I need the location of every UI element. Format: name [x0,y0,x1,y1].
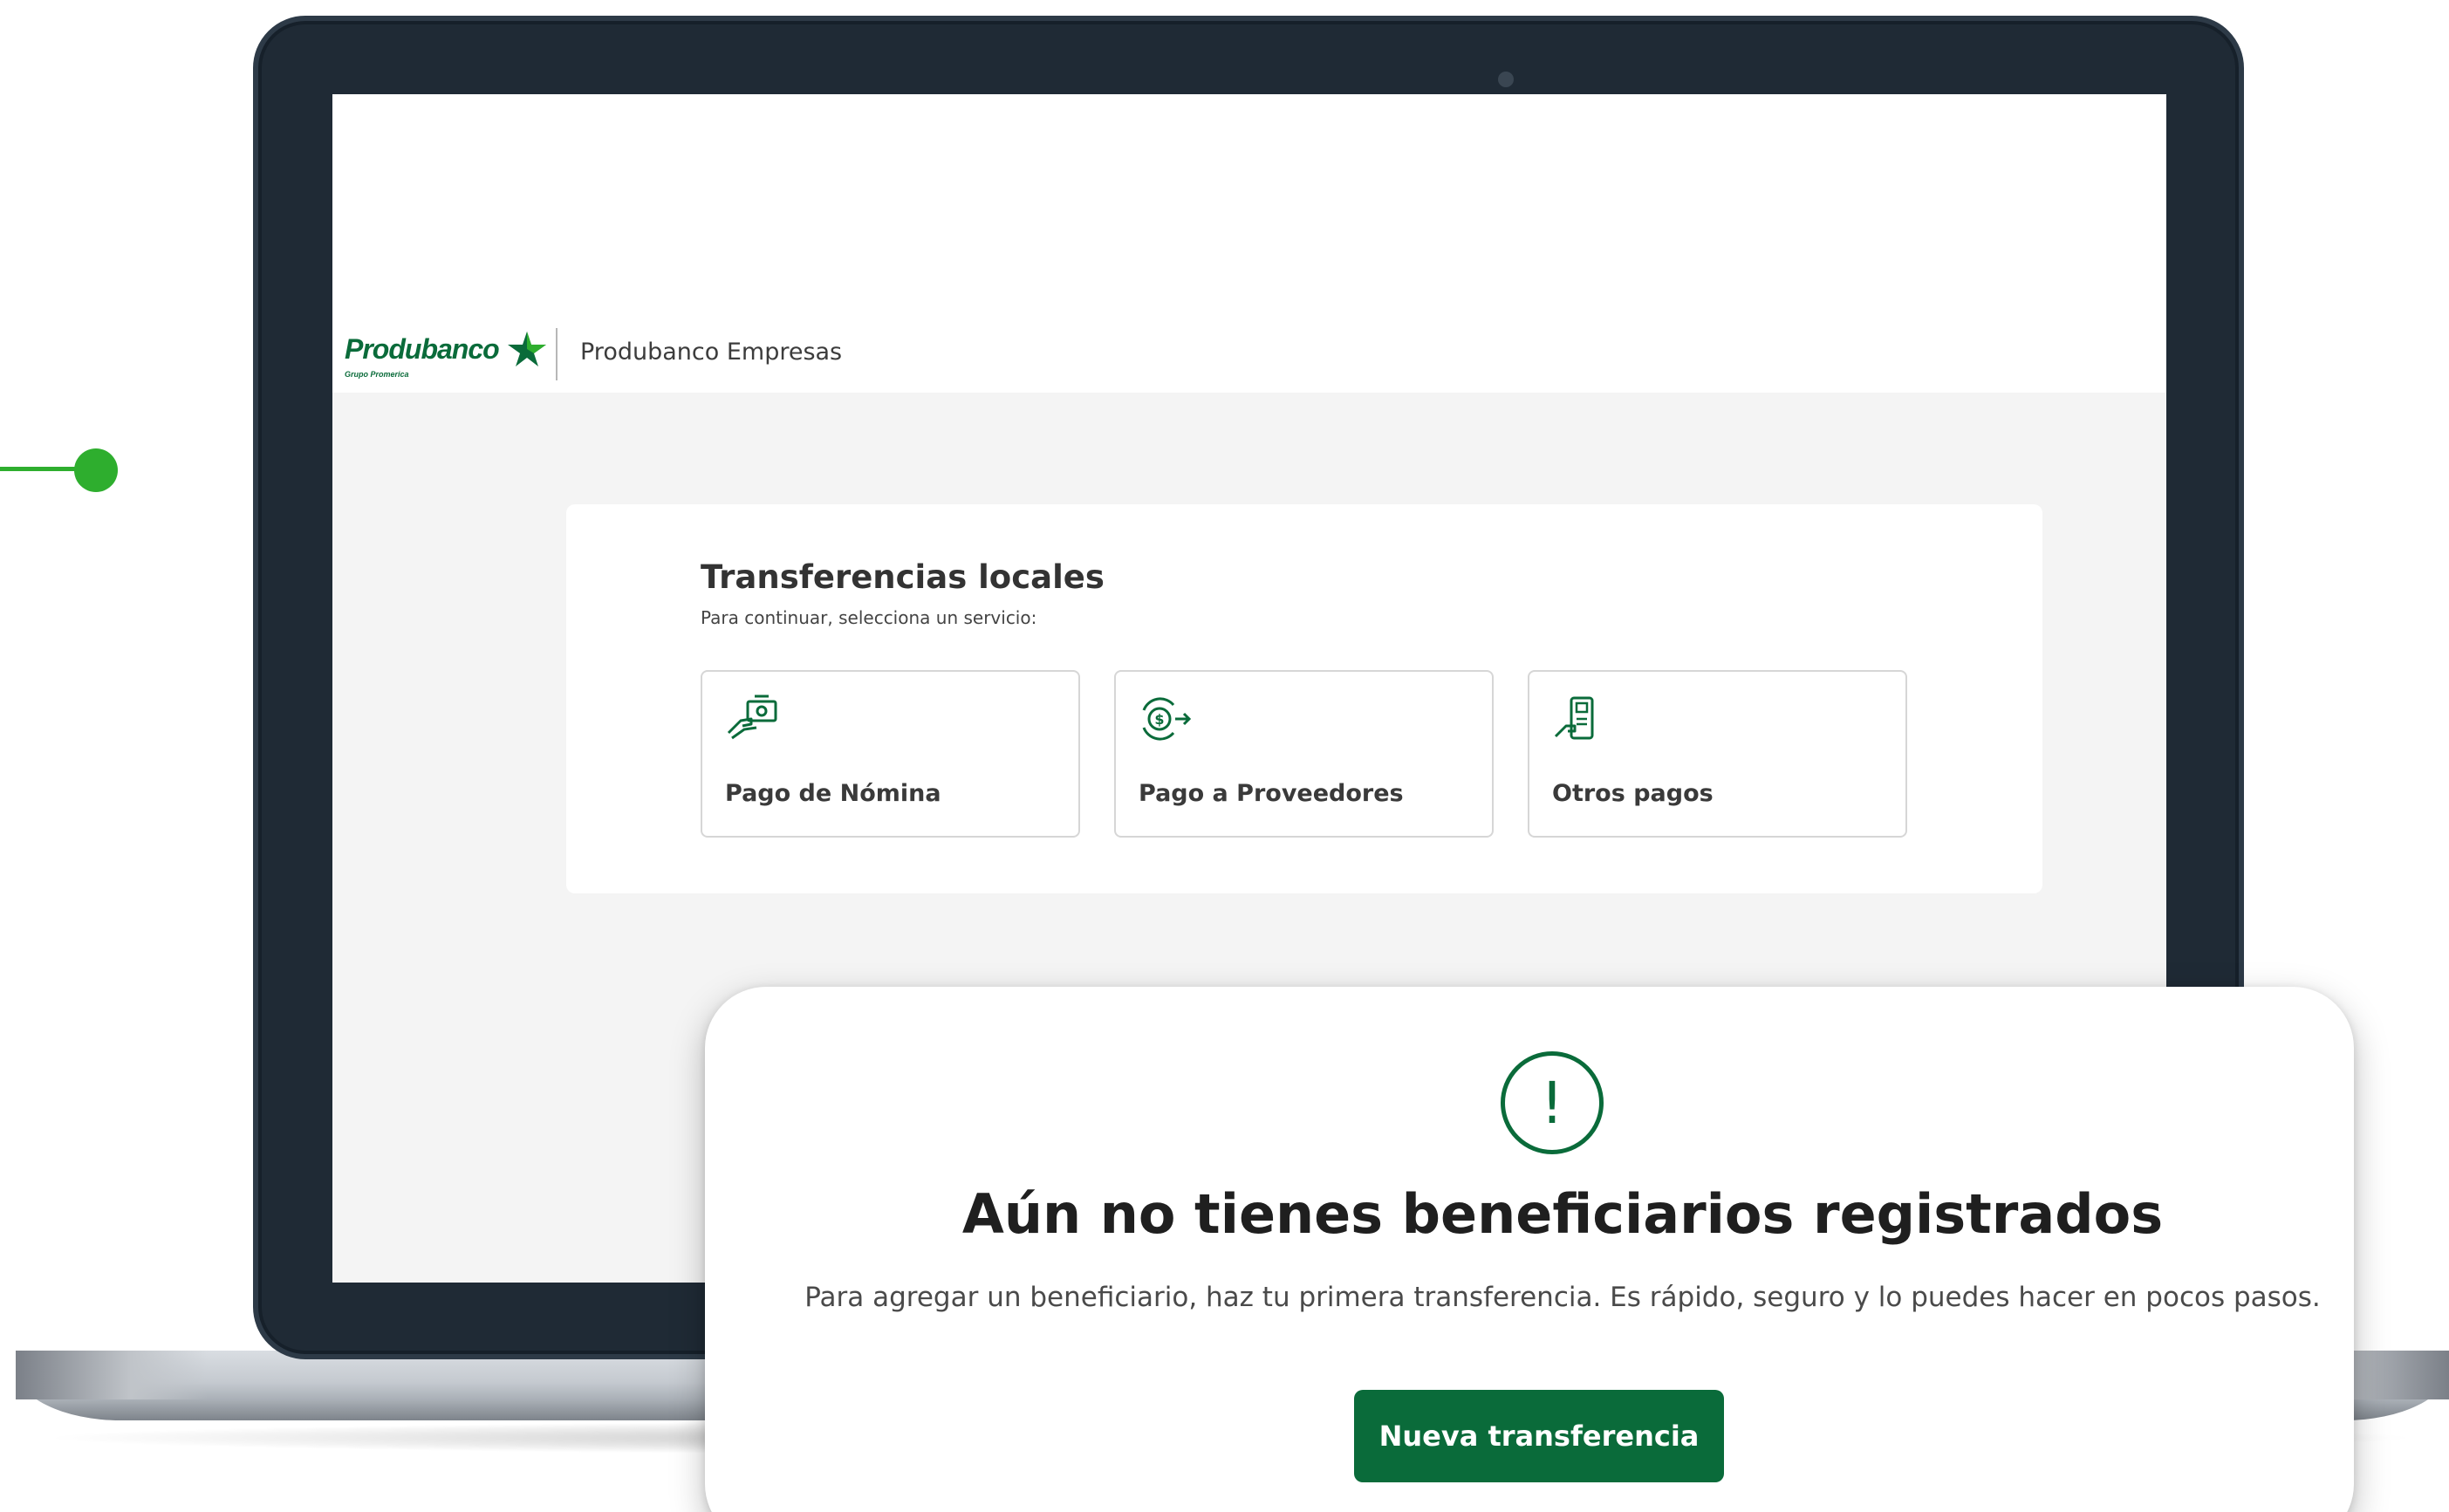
service-label: Otros pagos [1552,780,1714,807]
logo-subtext: Grupo Promerica [345,370,409,379]
service-label: Pago de Nómina [725,780,941,807]
laptop-base-shine-left [16,1351,208,1399]
service-card-suppliers[interactable]: $ Pago a Proveedores [1114,670,1494,838]
service-card-payroll[interactable]: Pago de Nómina [701,670,1080,838]
local-transfers-panel: Transferencias locales Para continuar, s… [566,504,2042,893]
panel-subtitle: Para continuar, selecciona un servicio: [701,607,1037,628]
svg-text:$: $ [1154,711,1164,728]
app-name: Produbanco Empresas [580,339,843,366]
camera [1498,72,1514,87]
new-transfer-button[interactable]: Nueva transferencia [1354,1390,1724,1482]
service-card-other[interactable]: Otros pagos [1528,670,1907,838]
modal-title: Aún no tienes beneficiarios registrados [961,1182,2164,1246]
service-label: Pago a Proveedores [1139,780,1404,807]
logo-text: Produbanco [345,332,500,365]
other-payments-icon [1554,696,1594,740]
supplier-payment-icon: $ [1142,697,1192,741]
decorative-connector-dot [74,448,118,492]
modal-message: Para agregar un beneficiario, haz tu pri… [804,1282,2321,1313]
exclamation-circle-icon: ! [1501,1051,1604,1154]
produbanco-logo[interactable]: Produbanco Grupo Promerica [345,330,548,379]
panel-title: Transferencias locales [701,558,1105,596]
star-icon [507,332,546,366]
header-divider [556,328,558,380]
decorative-connector-line [0,467,83,471]
no-beneficiaries-modal: ! Aún no tienes beneficiarios registrado… [705,987,2354,1512]
payroll-icon [727,694,777,740]
promo-stage: Produbanco Grupo Promerica Produbanco Em… [0,0,2449,1512]
